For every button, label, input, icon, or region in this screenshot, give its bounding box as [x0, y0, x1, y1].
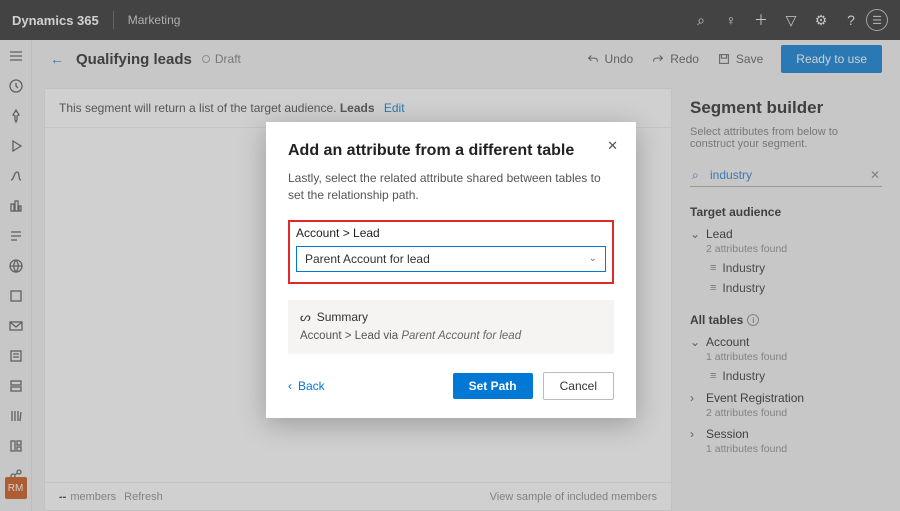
relationship-value: Parent Account for lead	[305, 252, 430, 266]
dialog-description: Lastly, select the related attribute sha…	[288, 170, 614, 204]
set-path-button[interactable]: Set Path	[453, 373, 533, 399]
dialog-back-button[interactable]: ‹Back	[288, 379, 325, 393]
highlighted-path-section: Account > Lead Parent Account for lead ⌄	[288, 220, 614, 284]
dialog-title: Add an attribute from a different table	[288, 142, 614, 160]
summary-label: Summary	[317, 310, 368, 324]
path-breadcrumb: Account > Lead	[296, 226, 606, 240]
add-attribute-dialog: Add an attribute from a different table …	[266, 122, 636, 418]
branch-icon: ᔕ	[300, 310, 311, 324]
chevron-down-icon: ⌄	[589, 253, 597, 264]
chevron-left-icon: ‹	[288, 379, 292, 393]
summary-label-row: ᔕ Summary	[300, 310, 602, 324]
cancel-button[interactable]: Cancel	[543, 372, 614, 400]
summary-path: Account > Lead via Parent Account for le…	[300, 330, 602, 342]
dialog-buttons: ‹Back Set Path Cancel	[288, 372, 614, 400]
dialog-close-icon[interactable]: ✕	[607, 138, 618, 154]
relationship-select[interactable]: Parent Account for lead ⌄	[296, 246, 606, 272]
summary-box: ᔕ Summary Account > Lead via Parent Accou…	[288, 300, 614, 354]
